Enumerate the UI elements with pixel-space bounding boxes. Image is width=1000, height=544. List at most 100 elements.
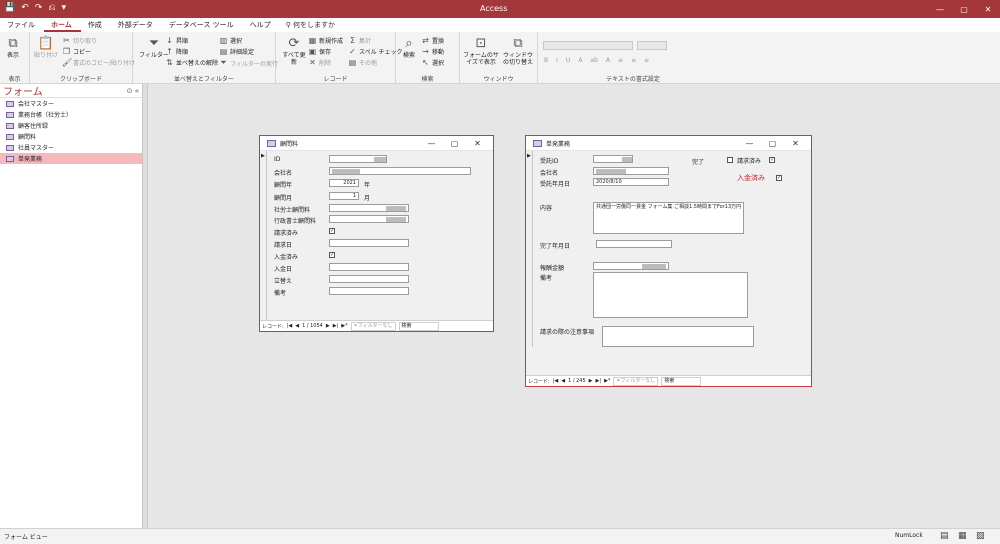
last-record-button[interactable]: ▶| — [333, 323, 339, 329]
undo-icon[interactable]: ↶ — [21, 3, 29, 13]
month-field[interactable]: 1 — [329, 192, 359, 200]
invoice-date-field[interactable] — [329, 239, 409, 247]
view-button[interactable]: ⧉ 表示 — [5, 35, 21, 60]
nav-item-customer-addresses[interactable]: 顧客住所録 — [0, 120, 142, 131]
paste-button[interactable]: 📋 貼り付け — [34, 35, 58, 60]
invoiced-checkbox[interactable]: ✓ — [329, 228, 335, 234]
remove-sort-button[interactable]: ⇅ 並べ替えの解除 — [165, 58, 218, 67]
touch-mode-icon[interactable]: ⎌ — [48, 3, 55, 13]
paid-checkbox[interactable]: ✓ — [329, 252, 335, 258]
record-selector[interactable]: ▶ — [260, 151, 267, 320]
last-record-button[interactable]: ▶| — [596, 378, 602, 384]
underline-button[interactable]: U — [566, 57, 570, 64]
fit-form-button[interactable]: ⊡ フォームのサイズで表示 — [463, 35, 499, 67]
format-painter-button[interactable]: 🖌 書式のコピー/貼り付け — [62, 58, 135, 67]
tell-me-box[interactable]: ⚲ 何をしますか — [280, 18, 341, 32]
new-record-nav-button[interactable]: ▶* — [604, 378, 610, 384]
paid-checkbox[interactable]: ✓ — [776, 175, 782, 181]
next-record-button[interactable]: ▶ — [326, 323, 330, 329]
toggle-filter-button[interactable]: ⏷ フィルターの実行 — [219, 58, 278, 68]
content-field[interactable]: 共通団一労働同一賃金 フォーム集 ご相談1.5時間までFor13万円 — [593, 202, 744, 234]
maximize-button[interactable]: ▢ — [952, 0, 976, 18]
align-right-icon[interactable]: ≡ — [644, 57, 649, 64]
goto-button[interactable]: → 移動 — [421, 47, 444, 56]
done-checkbox[interactable] — [727, 157, 733, 163]
italic-button[interactable]: I — [556, 57, 558, 64]
sort-ascending-button[interactable]: ↓ 昇順 — [165, 36, 188, 45]
fill-color-button[interactable]: A — [606, 57, 610, 64]
form-minimize-button[interactable]: — — [738, 136, 761, 151]
more-button[interactable]: ▤ その他 — [348, 58, 377, 67]
layout-view-icon[interactable]: ▦ — [958, 531, 967, 541]
new-record-nav-button[interactable]: ▶* — [341, 323, 347, 329]
gyoseishoshi-fee-field[interactable] — [329, 215, 409, 223]
design-view-icon[interactable]: ▧ — [976, 531, 985, 541]
totals-button[interactable]: Σ 集計 — [348, 36, 371, 45]
redo-icon[interactable]: ↷ — [35, 3, 43, 13]
highlight-button[interactable]: ab — [590, 57, 598, 64]
advance-field[interactable] — [329, 275, 409, 283]
nav-item-company-master[interactable]: 会社マスター — [0, 98, 142, 109]
id-field[interactable] — [329, 155, 387, 163]
form-maximize-button[interactable]: ▢ — [443, 136, 466, 151]
record-search-box[interactable]: 検索 — [661, 376, 702, 386]
minimize-button[interactable]: — — [928, 0, 952, 18]
font-size-combo[interactable] — [637, 41, 667, 50]
tab-create[interactable]: 作成 — [81, 18, 111, 32]
tab-external-data[interactable]: 外部データ — [111, 18, 162, 32]
nav-item-advisory-fee[interactable]: 顧問料 — [0, 131, 142, 142]
copy-button[interactable]: ❐ コピー — [62, 47, 91, 56]
fee-field[interactable] — [593, 262, 669, 270]
form-maximize-button[interactable]: ▢ — [761, 136, 784, 151]
refresh-all-button[interactable]: ⟳ すべて更新 — [282, 35, 306, 67]
tab-help[interactable]: ヘルプ — [243, 18, 280, 32]
next-record-button[interactable]: ▶ — [589, 378, 593, 384]
tab-file[interactable]: ファイル — [0, 18, 44, 32]
first-record-button[interactable]: |◀ — [287, 323, 293, 329]
selection-button[interactable]: ▥ 選択 — [219, 36, 242, 45]
cut-button[interactable]: ✂ 切り取り — [62, 36, 97, 45]
first-record-button[interactable]: |◀ — [553, 378, 559, 384]
company-field[interactable] — [329, 167, 471, 175]
bold-button[interactable]: B — [544, 57, 548, 64]
close-button[interactable]: ✕ — [976, 0, 1000, 18]
prev-record-button[interactable]: ◀ — [295, 323, 299, 329]
memo-field[interactable] — [593, 272, 748, 318]
delete-record-button[interactable]: ✕ 削除 — [308, 58, 331, 67]
select-button[interactable]: ↖ 選択 — [421, 58, 444, 67]
year-field[interactable]: 2021 — [329, 179, 359, 187]
tab-database-tools[interactable]: データベース ツール — [162, 18, 243, 32]
form-close-button[interactable]: ✕ — [784, 136, 807, 151]
memo-field[interactable] — [329, 287, 409, 295]
align-left-icon[interactable]: ≡ — [618, 57, 623, 64]
invoice-note-field[interactable] — [602, 326, 754, 347]
done-date-field[interactable] — [596, 240, 672, 248]
spelling-button[interactable]: ✓ スペル チェック — [348, 47, 402, 56]
record-position[interactable]: 1 / 245 — [568, 378, 586, 384]
sort-descending-button[interactable]: ↑ 降順 — [165, 47, 188, 56]
font-color-button[interactable]: A — [578, 57, 582, 64]
form-view-icon[interactable]: ▤ — [940, 531, 949, 541]
nav-item-employee-master[interactable]: 社員マスター — [0, 142, 142, 153]
job-id-field[interactable] — [593, 155, 633, 163]
filter-status-button[interactable]: ⏷フィルターなし — [350, 321, 396, 331]
save-icon[interactable]: 💾 — [4, 3, 15, 13]
payment-date-field[interactable] — [329, 263, 409, 271]
collapse-pane-icon[interactable]: « — [135, 87, 139, 95]
form-minimize-button[interactable]: — — [420, 136, 443, 151]
record-position[interactable]: 1 / 1054 — [302, 323, 323, 329]
find-button[interactable]: ⌕ 検索 — [401, 35, 417, 60]
company-field[interactable] — [593, 167, 669, 175]
switch-windows-button[interactable]: ⧉ ウィンドウの切り替え — [501, 35, 535, 67]
save-record-button[interactable]: ▣ 保存 — [308, 47, 331, 56]
sharoushi-fee-field[interactable] — [329, 204, 409, 212]
customize-qat-icon[interactable]: ▾ — [62, 3, 67, 13]
filter-status-button[interactable]: ⏷フィルターなし — [613, 376, 659, 386]
align-center-icon[interactable]: ≡ — [631, 57, 636, 64]
record-selector[interactable]: ▶ — [526, 151, 533, 347]
advanced-button[interactable]: ▤ 詳細設定 — [219, 47, 254, 56]
form-close-button[interactable]: ✕ — [466, 136, 489, 151]
job-date-field[interactable]: 2020/8/10 — [593, 178, 669, 186]
record-search-box[interactable]: 検索 — [398, 321, 439, 331]
font-name-combo[interactable] — [543, 41, 633, 50]
